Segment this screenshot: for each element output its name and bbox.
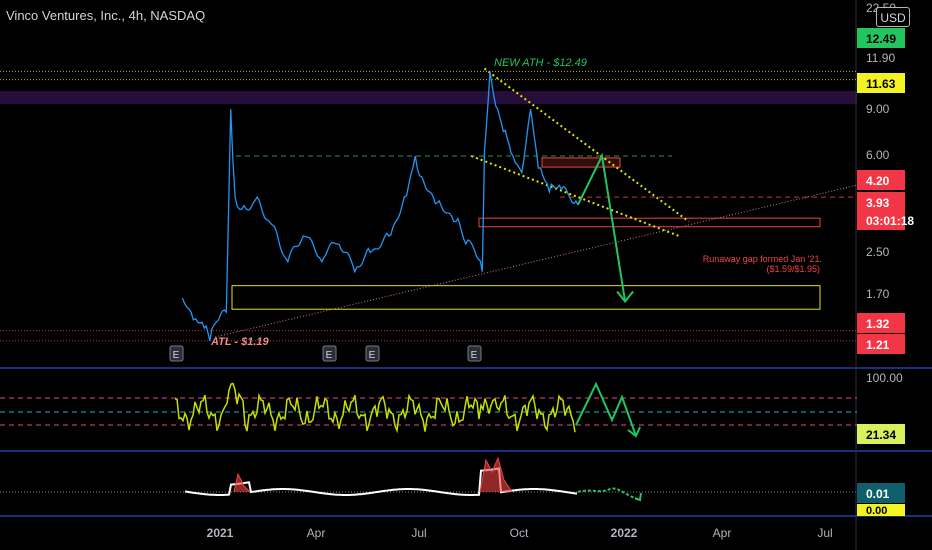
price-badge-label: 1.21 bbox=[866, 338, 890, 352]
price-badge-label: 12.49 bbox=[866, 32, 896, 46]
earnings-label: E bbox=[173, 350, 180, 361]
time-axis-label: 2021 bbox=[207, 526, 234, 540]
price-tick-label: 9.00 bbox=[866, 102, 890, 116]
chart-title: Vinco Ventures, Inc., 4h, NASDAQ bbox=[6, 8, 206, 23]
time-axis-label: Apr bbox=[307, 526, 326, 540]
price-badge-label: 1.32 bbox=[866, 317, 890, 331]
osc-projection bbox=[577, 487, 641, 501]
time-axis-label: Apr bbox=[713, 526, 732, 540]
price-badge-label: 03:01:18 bbox=[866, 214, 914, 228]
gap-annotation: Runaway gap formed Jan '21. bbox=[703, 254, 822, 264]
earnings-label: E bbox=[326, 350, 333, 361]
resistance-band bbox=[0, 91, 857, 104]
price-badge-label: 4.20 bbox=[866, 174, 890, 188]
osc-histogram bbox=[479, 456, 513, 493]
wedge-lower-line bbox=[470, 155, 680, 237]
rsi-projection bbox=[575, 381, 637, 437]
gap-annotation: ($1.59/$1.95) bbox=[766, 264, 820, 274]
ath-annotation: NEW ATH - $12.49 bbox=[494, 57, 587, 69]
price-tick-label: 2.50 bbox=[866, 245, 890, 259]
projection-line bbox=[577, 152, 627, 302]
price-tick-label: 6.00 bbox=[866, 148, 890, 162]
chart-canvas[interactable]: NEW ATH - $12.49 ATL - $1.19 Runaway gap f… bbox=[0, 0, 932, 550]
currency-button[interactable]: USD bbox=[876, 7, 910, 27]
earnings-label: E bbox=[369, 350, 376, 361]
osc-projection-arrow bbox=[634, 492, 642, 502]
time-axis-label: Jul bbox=[817, 526, 832, 540]
rsi-badge-label: 21.34 bbox=[866, 428, 896, 442]
earnings-label: E bbox=[471, 350, 478, 361]
price-badge-label: 3.93 bbox=[866, 196, 890, 210]
price-tick-label: 1.70 bbox=[866, 287, 890, 301]
price-line bbox=[181, 71, 579, 341]
time-axis-label: 2022 bbox=[611, 526, 638, 540]
gap-box bbox=[231, 285, 821, 310]
osc-badge-label: 0.01 bbox=[866, 487, 890, 501]
resistance-box bbox=[541, 157, 621, 168]
price-badge-label: 11.63 bbox=[866, 77, 896, 91]
atl-annotation: ATL - $1.19 bbox=[210, 336, 270, 348]
time-axis-label: Oct bbox=[510, 526, 529, 540]
time-axis-label: Jul bbox=[411, 526, 426, 540]
price-tick-label: 11.90 bbox=[866, 51, 895, 65]
osc-axis-label: 0.00 bbox=[866, 505, 887, 517]
rsi-axis-label: 100.00 bbox=[866, 371, 903, 385]
